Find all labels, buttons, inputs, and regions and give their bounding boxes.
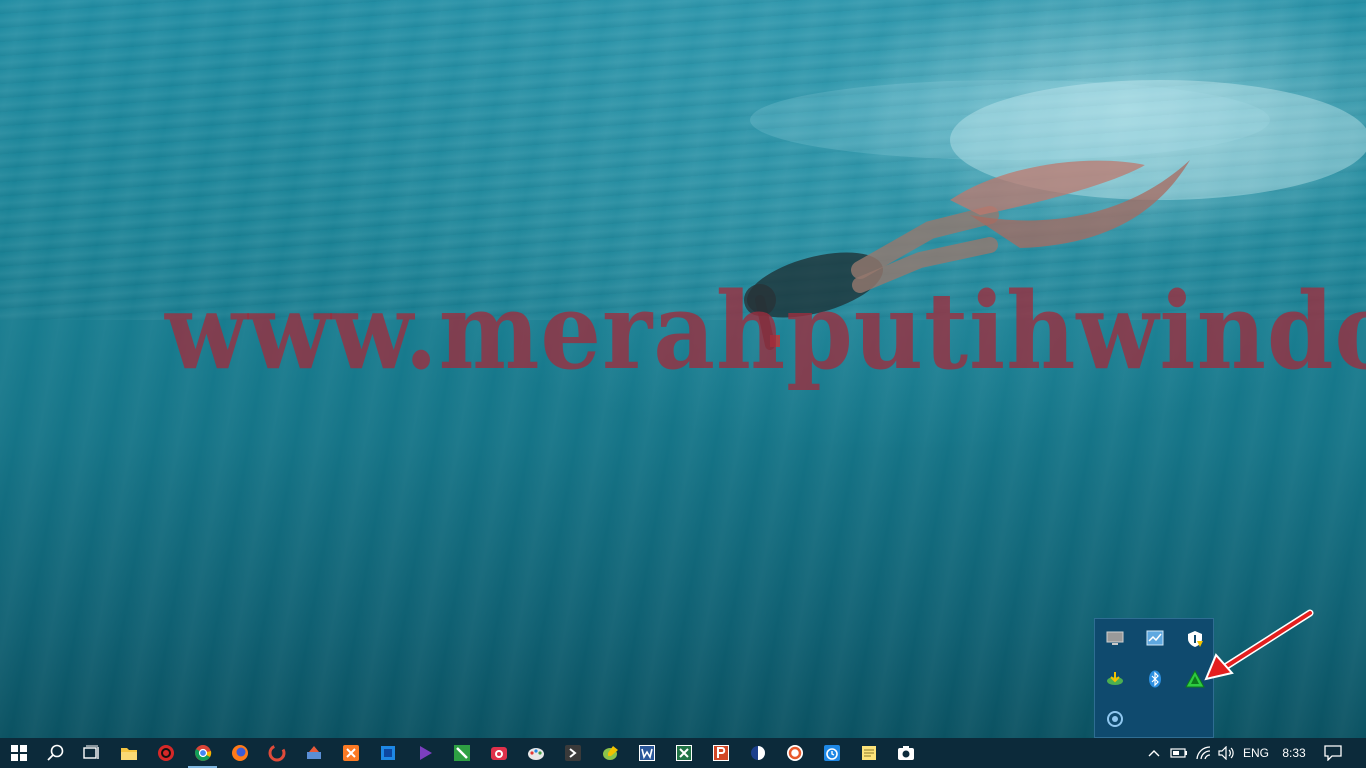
action-center-icon[interactable]	[1318, 738, 1348, 768]
xampp-icon[interactable]	[332, 738, 369, 768]
bluetooth-icon[interactable]	[1135, 659, 1175, 699]
sync-circle-icon[interactable]	[1095, 699, 1135, 739]
camera-app-icon[interactable]	[480, 738, 517, 768]
sticky-notes-icon[interactable]	[850, 738, 887, 768]
hidden-icons-flyout	[1094, 618, 1214, 738]
language-indicator[interactable]: ENG	[1239, 738, 1273, 768]
chrome-icon[interactable]	[184, 738, 221, 768]
word-icon[interactable]	[628, 738, 665, 768]
snipping-tool-icon[interactable]	[887, 738, 924, 768]
battery-icon[interactable]	[1167, 738, 1191, 768]
internet-download-manager-icon[interactable]	[1095, 659, 1135, 699]
show-hidden-icons-chevron[interactable]	[1143, 738, 1165, 768]
display-icon[interactable]	[1095, 619, 1135, 659]
file-explorer-icon[interactable]	[110, 738, 147, 768]
tool-app-icon[interactable]	[295, 738, 332, 768]
red-arrow-annotation	[1204, 609, 1314, 681]
blue-square-app-icon[interactable]	[369, 738, 406, 768]
powerpoint-icon[interactable]	[702, 738, 739, 768]
paint-icon[interactable]	[517, 738, 554, 768]
network-monitor-icon[interactable]	[1135, 619, 1175, 659]
wifi-icon[interactable]	[1192, 738, 1216, 768]
task-view-icon[interactable]	[72, 738, 109, 768]
firefox-icon[interactable]	[221, 738, 258, 768]
terminal-app-icon[interactable]	[554, 738, 591, 768]
taskbar: ENG 8:33	[0, 738, 1366, 768]
alarm-clock-icon[interactable]	[813, 738, 850, 768]
search-icon[interactable]	[37, 738, 74, 768]
volume-icon[interactable]	[1215, 738, 1239, 768]
media-player-icon[interactable]	[406, 738, 443, 768]
red-circle-app-icon[interactable]	[147, 738, 184, 768]
watermark-text: www.merahputihwindows.net	[165, 268, 1366, 393]
start-icon[interactable]	[0, 738, 37, 768]
ccleaner-icon[interactable]	[258, 738, 295, 768]
blue-orb-app-icon[interactable]	[739, 738, 776, 768]
notepad-plus-plus-icon[interactable]	[591, 738, 628, 768]
orange-circle-app-icon[interactable]	[776, 738, 813, 768]
excel-icon[interactable]	[665, 738, 702, 768]
green-app-icon[interactable]	[443, 738, 480, 768]
clock-time[interactable]: 8:33	[1276, 738, 1312, 768]
